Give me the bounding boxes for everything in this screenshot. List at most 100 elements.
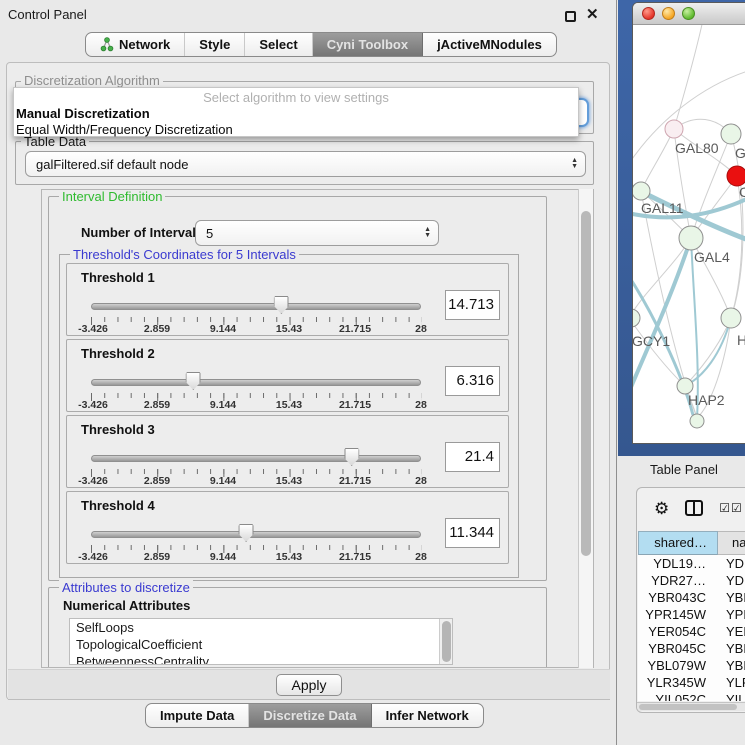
bottom-tab-bar: Impute Data Discretize Data Infer Networ… [145,703,484,728]
slider-thumb[interactable] [274,296,289,314]
list-item[interactable]: BetweennessCentrality [70,653,452,665]
tab-cyni-toolbox[interactable]: Cyni Toolbox [313,33,423,56]
close-icon[interactable]: ✕ [586,5,599,23]
discretization-algorithm-label: Discretization Algorithm [21,73,163,88]
number-of-intervals-label: Number of Intervals [81,225,203,240]
network-view-window: GAL80 G GAL11 C GAL4 GCY1 H HAP2 [632,2,745,444]
table-panel: Table Panel ⚙ ☑☑ shared… na YDL19…YDL1 Y… [618,456,745,745]
popup-option-equal-width[interactable]: Equal Width/Frequency Discretization [14,121,578,137]
node-gal4[interactable] [679,226,703,250]
threshold-4-panel: Threshold 4 -3.426 2.859 9.144 15.43 21.… [66,491,509,564]
tab-network[interactable]: Network [86,33,185,56]
threshold-1-value-field[interactable]: 14.713 [445,290,500,320]
table-panel-box: ⚙ ☑☑ shared… na YDL19…YDL1 YDR27…YDR2 YB… [636,487,745,713]
node-gal11[interactable] [633,182,650,200]
scrollbar-thumb[interactable] [581,211,591,556]
gear-icon[interactable]: ⚙ [654,500,669,517]
close-traffic-light[interactable] [642,7,655,20]
slider-ticks [91,545,422,553]
tab-infer-network[interactable]: Infer Network [372,704,483,727]
threshold-1-slider[interactable] [91,303,421,310]
threshold-coordinates-group: Threshold's Coordinates for 5 Intervals … [59,254,519,578]
node-gal80[interactable] [665,120,683,138]
node-label-cut: G [735,145,745,161]
threshold-4-slider[interactable] [91,531,421,538]
slider-ticks [91,393,422,401]
network-canvas[interactable]: GAL80 G GAL11 C GAL4 GCY1 H HAP2 [633,25,745,444]
numerical-attributes-list[interactable]: SelfLoops TopologicalCoefficient Between… [69,618,453,665]
table-row[interactable]: YDR27…YDR2 [638,572,745,589]
slider-thumb[interactable] [239,524,254,542]
slider-thumb[interactable] [344,448,359,466]
node-label-cut: C [739,184,745,200]
table-row[interactable]: YLR345WYLR3 [638,674,745,691]
network-icon [100,37,114,52]
node-right[interactable] [721,308,741,328]
threshold-3-value-field[interactable]: 21.4 [445,442,500,472]
table-row[interactable]: YBL079WYBL0 [638,657,745,674]
table-row[interactable]: YBR043CYBR0 [638,589,745,606]
control-panel: Control Panel ✕ Network Style Select Cyn… [0,0,617,745]
combo-arrows-icon: ▲▼ [424,227,438,239]
tab-select[interactable]: Select [245,33,312,56]
apply-button[interactable]: Apply [276,674,342,696]
node-top-right[interactable] [721,124,741,144]
minimize-traffic-light[interactable] [662,7,675,20]
columns-icon[interactable] [685,500,703,516]
table-row[interactable]: YBR045CYBR0 [638,640,745,657]
top-tab-bar: Network Style Select Cyni Toolbox jActiv… [85,32,557,57]
list-item[interactable]: SelfLoops [70,619,452,636]
table-panel-title: Table Panel [650,462,718,477]
network-window-titlebar[interactable] [633,3,745,25]
panel-scrollbar[interactable] [578,189,593,668]
numerical-attributes-label: Numerical Attributes [63,598,190,613]
node-label-cut: H [737,332,745,348]
threshold-4-value-field[interactable]: 11.344 [445,518,500,548]
algorithm-dropdown-popup: Select algorithm to view settings Manual… [13,87,579,137]
node-gcy1[interactable] [633,309,640,327]
node-bottom[interactable] [690,414,704,428]
cyni-toolbox-panel: Discretization Algorithm ▲▼ Select algor… [6,62,610,700]
horizontal-scrollbar[interactable] [637,702,745,711]
popup-placeholder: Select algorithm to view settings [14,88,578,105]
apply-row: Apply [8,669,610,700]
column-header-shared[interactable]: shared… [638,531,718,555]
float-window-icon[interactable] [565,11,576,22]
table-row[interactable]: YER054CYER0 [638,623,745,640]
table-header-row: shared… na [638,531,745,555]
threshold-3-slider[interactable] [91,455,421,462]
node-label: GAL11 [641,200,684,216]
settings-scroll-pane: Interval Definition Number of Intervals … [41,189,594,668]
tab-discretize-data[interactable]: Discretize Data [249,704,371,727]
combo-arrows-icon: ▲▼ [571,158,585,170]
slider-thumb[interactable] [186,372,201,390]
zoom-traffic-light[interactable] [682,7,695,20]
list-item[interactable]: TopologicalCoefficient [70,636,452,653]
threshold-2-panel: Threshold 2 -3.426 2.859 9.144 15.43 21.… [66,339,509,412]
tab-label: Network [119,37,170,52]
table-data-value: galFiltered.sif default node [26,157,571,172]
network-graph: GAL80 G GAL11 C GAL4 GCY1 H HAP2 [633,25,745,444]
threshold-coordinates-title: Threshold's Coordinates for 5 Intervals [70,247,299,262]
scrollbar-thumb[interactable] [639,704,737,710]
table-data-combobox[interactable]: galFiltered.sif default node ▲▼ [25,151,586,177]
threshold-2-value-field[interactable]: 6.316 [445,366,500,396]
column-header-name[interactable]: na [718,531,745,555]
node-label: HAP2 [688,392,725,408]
attributes-to-discretize-group: Attributes to discretize Numerical Attri… [48,587,547,668]
tab-impute-data[interactable]: Impute Data [146,704,249,727]
node-table: shared… na YDL19…YDL1 YDR27…YDR2 YBR043C… [638,531,745,701]
popup-option-manual[interactable]: Manual Discretization [14,105,578,121]
table-row[interactable]: YDL19…YDL1 [638,555,745,572]
tab-jactivemnodules[interactable]: jActiveMNodules [423,33,556,56]
select-checkboxes-icon[interactable]: ☑☑ [719,501,743,515]
node-label: GCY1 [633,333,670,349]
threshold-3-panel: Threshold 3 -3.426 2.859 9.144 15.43 21.… [66,415,509,488]
table-row[interactable]: YIL052CYIL0 [638,691,745,701]
tab-style[interactable]: Style [185,33,245,56]
table-row[interactable]: YPR145WYPR1 [638,606,745,623]
threshold-2-slider[interactable] [91,379,421,386]
number-of-intervals-combobox[interactable]: 5 ▲▼ [195,220,439,246]
list-scrollbar[interactable] [439,619,452,664]
node-selected-red[interactable] [727,166,745,186]
